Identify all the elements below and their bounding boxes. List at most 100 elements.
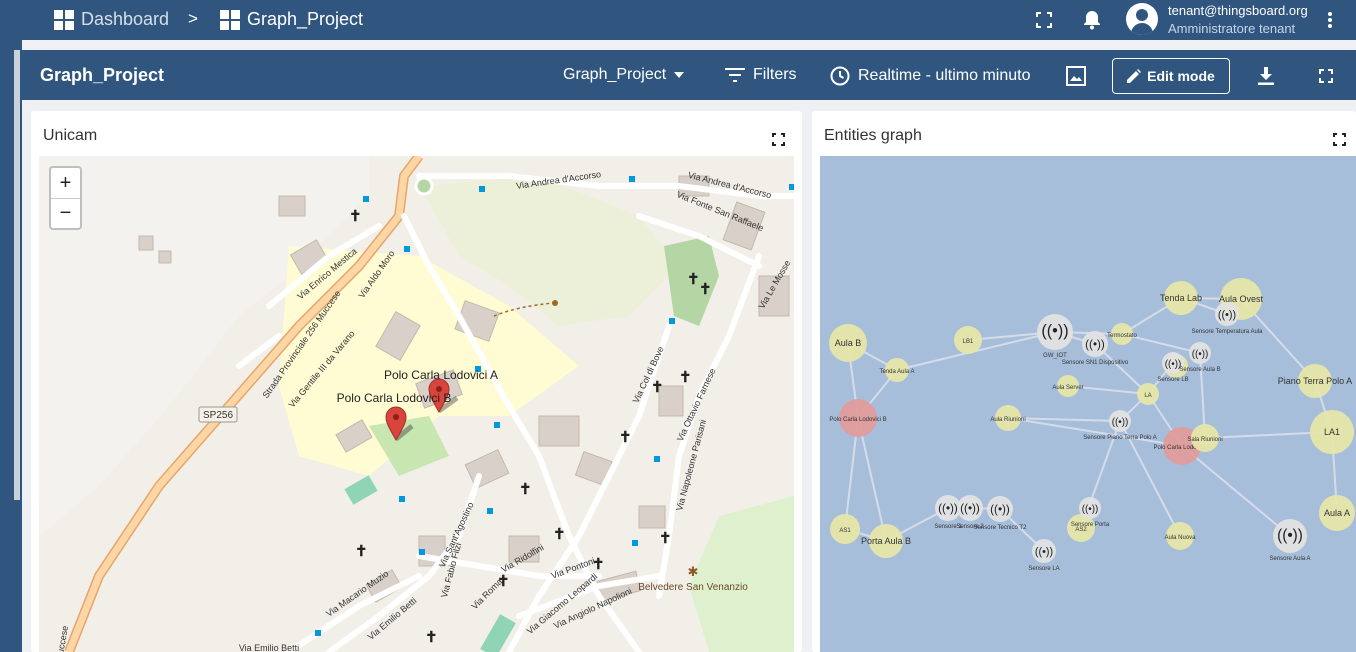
filters-button[interactable]: Filters: [725, 66, 797, 84]
svg-text:✝: ✝: [699, 281, 712, 298]
street-label: Via Emilio Betti: [239, 643, 299, 652]
clock-icon: [830, 66, 850, 86]
svg-text:✝: ✝: [349, 208, 362, 225]
more-vert-icon[interactable]: [1318, 8, 1342, 32]
user-avatar[interactable]: [1126, 3, 1158, 35]
graph-node-label: Polo Carla Lodovici B: [829, 417, 886, 423]
graph-node-label: Aula Riunioni: [990, 417, 1025, 423]
graph-device-node[interactable]: ((•)) Sensore Piano Terra Polo A: [1083, 410, 1157, 441]
graph-asset-node[interactable]: Aula A: [1319, 495, 1355, 531]
broadcast-icon: ((•)): [1041, 322, 1068, 340]
svg-text:✝: ✝: [592, 556, 605, 573]
edit-mode-button[interactable]: Edit mode: [1112, 58, 1230, 94]
broadcast-icon: ((•)): [960, 502, 980, 515]
svg-text:✝: ✝: [355, 543, 368, 560]
graph-asset-node[interactable]: Porta Aula B: [861, 524, 911, 558]
fullscreen-icon[interactable]: [1032, 8, 1056, 32]
graph-node-label: Sensore Aula A: [1269, 556, 1310, 562]
svg-text:✝: ✝: [687, 271, 700, 288]
map-zoom-control: + −: [49, 166, 82, 230]
broadcast-icon: ((•)): [1218, 309, 1236, 321]
broadcast-icon: ((•)): [1192, 349, 1209, 360]
broadcast-icon: ((•)): [1277, 527, 1303, 544]
map-widget: Unicam Via Andrea d'Accorso Via Andrea d…: [31, 111, 802, 652]
graph-canvas[interactable]: Aula B LB1 Tenda Aula A ((•)) GW_IOT ((•)) Sen…: [820, 156, 1356, 652]
graph-device-node[interactable]: ((•)) Sensore LA: [1028, 539, 1060, 572]
graph-node-label: Tenda Aula A: [879, 369, 914, 375]
graph-widget: Entities graph Aula B LB1 Tenda Aula A ((•)…: [812, 111, 1356, 652]
graph-asset-node[interactable]: Aula Server: [1052, 375, 1084, 397]
svg-text:✝: ✝: [679, 369, 692, 386]
graph-asset-node[interactable]: Polo Carla Lodovici B: [829, 399, 887, 437]
graph-node-label: GW_IOT: [1043, 353, 1067, 359]
graph-asset-node[interactable]: Tenda Aula A: [879, 358, 915, 382]
fullscreen-icon[interactable]: [772, 133, 785, 146]
user-role: Amministratore tenant: [1168, 21, 1296, 36]
zoom-out-button[interactable]: −: [51, 198, 80, 228]
graph-node-label: Sensore Piano Terra Polo A: [1083, 435, 1157, 441]
graph-edge: [1007, 417, 1183, 447]
map-canvas[interactable]: Via Andrea d'Accorso Via Andrea d'Accors…: [39, 156, 794, 652]
graph-asset-node[interactable]: AS1: [830, 514, 860, 544]
svg-text:✝: ✝: [425, 629, 438, 646]
side-nav-scrollbar[interactable]: [14, 50, 20, 500]
broadcast-icon: ((•)): [938, 502, 958, 515]
poi-label: Belvedere San Venanzio: [638, 582, 748, 593]
svg-text:✝: ✝: [519, 481, 532, 498]
broadcast-icon: ((•)): [1035, 546, 1053, 558]
notifications-bell-icon[interactable]: [1080, 8, 1104, 32]
graph-asset-node[interactable]: LA1: [1310, 410, 1354, 454]
graph-node-label: Aula A: [1324, 508, 1350, 518]
graph-asset-node[interactable]: LA: [1137, 383, 1159, 405]
graph-asset-node[interactable]: Piano Terra Polo A: [1278, 364, 1352, 398]
graph-widget-title: Entities graph: [824, 127, 922, 144]
graph-device-node[interactable]: ((•)) Sensore Aula B: [1179, 342, 1221, 373]
graph-device-node[interactable]: ((•)) Sensore 2: [956, 495, 984, 530]
graph-device-node[interactable]: ((•)) Sensore Porta: [1071, 497, 1110, 528]
user-email: tenant@thingsboard.org: [1168, 3, 1308, 18]
broadcast-icon: ((•)): [1082, 504, 1099, 515]
dashboard-icon: [220, 9, 240, 30]
pencil-icon: [1127, 69, 1142, 83]
graph-node-label: Aula B: [835, 338, 862, 348]
broadcast-icon: ((•)): [1112, 417, 1129, 428]
graph-asset-node[interactable]: LB1: [954, 326, 982, 354]
graph-device-node[interactable]: ((•)) GW_IOT: [1037, 314, 1073, 359]
export-image-icon[interactable]: [1064, 64, 1088, 88]
graph-asset-node[interactable]: Aula Nuova: [1164, 522, 1196, 550]
graph-asset-node[interactable]: Aula B: [829, 324, 867, 362]
graph-node-label: Sala Riunioni: [1187, 437, 1222, 443]
viewpoint-icon: ✱: [688, 564, 699, 579]
graph-asset-node[interactable]: Tenda Lab: [1160, 281, 1202, 315]
state-select[interactable]: Graph_Project: [563, 66, 685, 84]
marker-label: Polo Carla Lodovici B: [337, 391, 452, 405]
graph-node-label: Sensore Aula B: [1179, 367, 1220, 373]
graph-node-label: Aula Nuova: [1164, 535, 1196, 541]
svg-text:✝: ✝: [497, 573, 510, 590]
fullscreen-icon[interactable]: [1314, 64, 1338, 88]
graph-node-label: Aula Server: [1052, 385, 1083, 391]
svg-text:✝: ✝: [651, 379, 664, 396]
breadcrumb-separator: >: [188, 9, 198, 28]
graph-node-label: Sensore SN1 Dispositivo: [1062, 360, 1129, 366]
filter-list-icon: [725, 68, 745, 82]
graph-device-node[interactable]: ((•)) Sensore Aula A: [1269, 519, 1311, 562]
dashboard-toolbar: Graph_Project Graph_Project Filters Real…: [22, 50, 1356, 100]
timewindow-button[interactable]: Realtime - ultimo minuto: [830, 66, 1031, 86]
breadcrumb-current[interactable]: Graph_Project: [220, 9, 363, 30]
svg-text:✝: ✝: [553, 526, 566, 543]
graph-node-label: Sensore Temperatura Aula: [1192, 329, 1264, 335]
graph-node-label: Porta Aula B: [861, 536, 911, 546]
breadcrumb-home[interactable]: Dashboard: [54, 9, 169, 30]
graph-asset-node[interactable]: Aula Riunioni: [990, 405, 1026, 431]
zoom-in-button[interactable]: +: [51, 168, 80, 198]
graph-node-label: AS1: [839, 528, 851, 534]
graph-node-label: Sensore LA: [1028, 566, 1059, 572]
fullscreen-icon[interactable]: [1333, 133, 1346, 146]
graph-node-label: Sensore Porta: [1071, 522, 1110, 528]
road-shield: SP256: [198, 406, 238, 423]
download-icon[interactable]: [1254, 64, 1278, 88]
graph-node-label: LA: [1144, 393, 1151, 399]
graph-node-label: Tenda Lab: [1160, 293, 1202, 303]
graph-node-label: Termostato: [1107, 333, 1137, 339]
